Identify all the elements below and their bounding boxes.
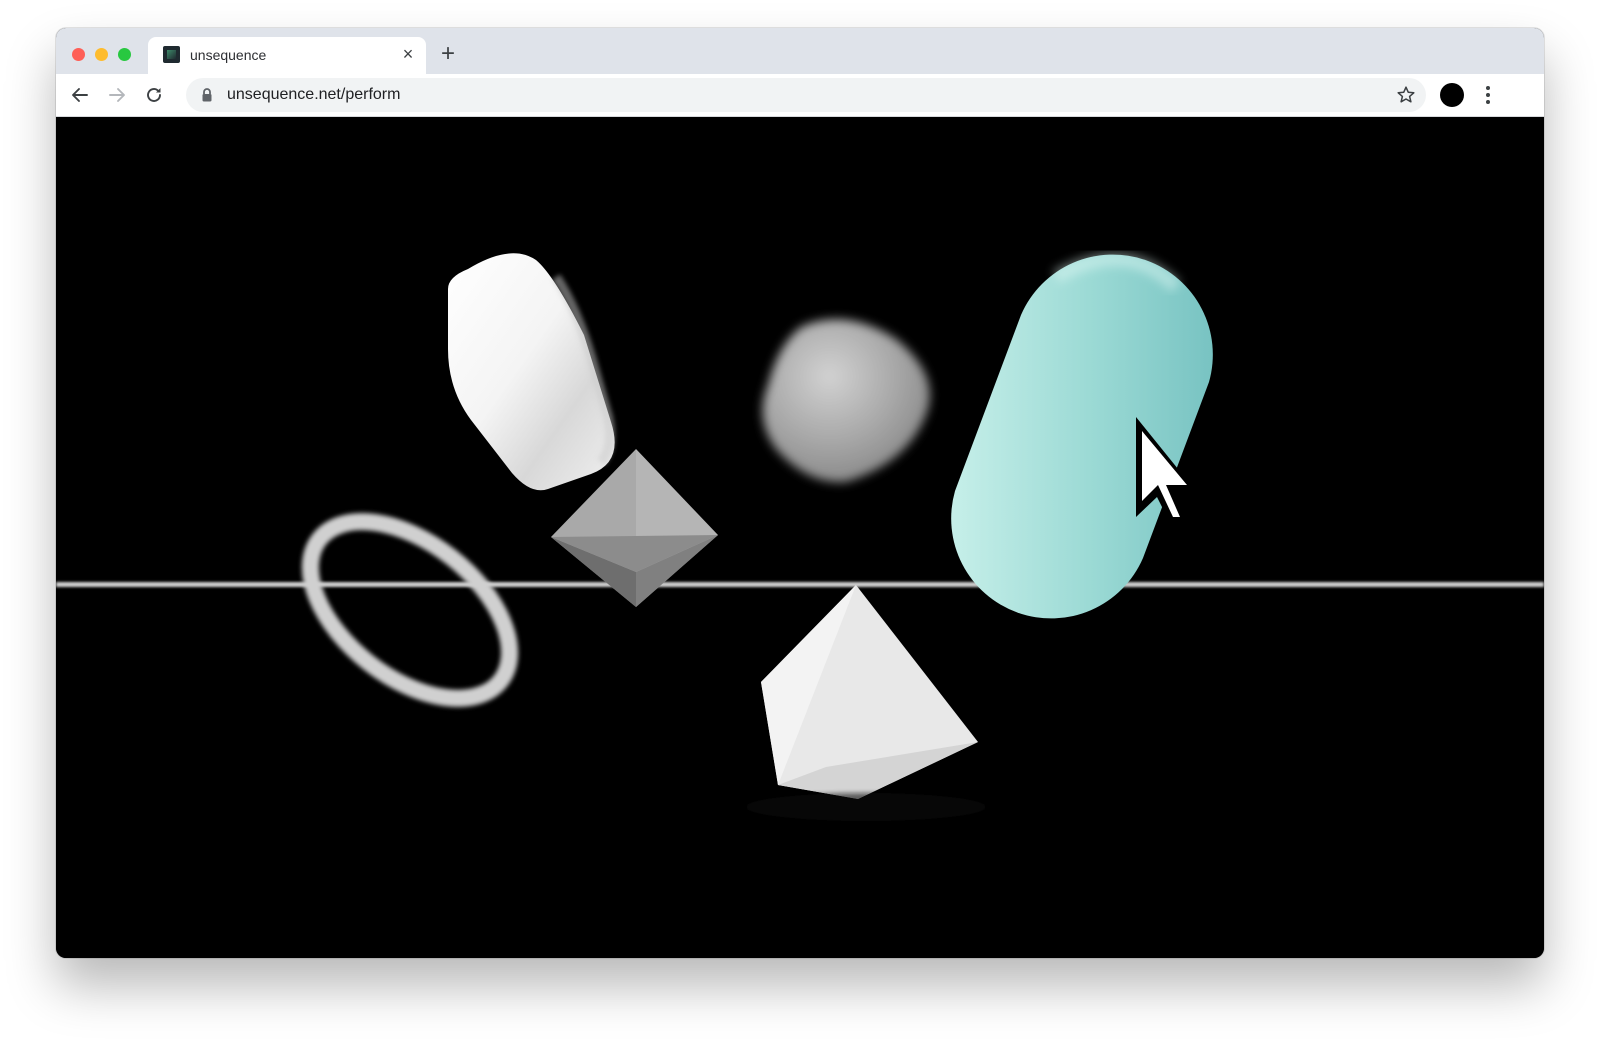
minimize-window-button[interactable] xyxy=(95,48,108,61)
teal-capsule xyxy=(951,252,1213,619)
forward-arrow-icon xyxy=(109,88,125,102)
address-bar[interactable]: unsequence.net/perform xyxy=(186,78,1426,112)
3d-scene xyxy=(56,252,1544,821)
tab-title: unsequence xyxy=(190,47,267,63)
forward-button[interactable] xyxy=(104,82,130,108)
new-tab-button[interactable]: + xyxy=(436,42,460,66)
tab-unsequence[interactable]: unsequence × xyxy=(148,37,426,74)
blurred-grey-cube xyxy=(762,319,930,483)
profile-avatar[interactable] xyxy=(1440,83,1464,107)
rounded-white-box xyxy=(448,253,615,491)
horizon-line xyxy=(56,582,1544,587)
blurred-torus-ring xyxy=(301,513,519,707)
page-canvas[interactable] xyxy=(56,117,1544,958)
back-arrow-icon xyxy=(72,88,88,102)
browser-window: unsequence × + unsequence.net/perform xyxy=(56,28,1544,958)
star-icon[interactable] xyxy=(1396,85,1416,105)
back-button[interactable] xyxy=(67,82,93,108)
maximize-window-button[interactable] xyxy=(118,48,131,61)
browser-toolbar: unsequence.net/perform xyxy=(56,74,1544,117)
favicon-icon xyxy=(163,46,180,63)
reload-icon xyxy=(147,88,161,102)
close-window-button[interactable] xyxy=(72,48,85,61)
kebab-menu-icon[interactable] xyxy=(1478,83,1498,107)
reload-button[interactable] xyxy=(141,82,167,108)
lock-icon xyxy=(202,88,212,102)
tab-strip: unsequence × + xyxy=(56,28,1544,74)
white-pyramid xyxy=(746,585,986,821)
url-text[interactable]: unsequence.net/perform xyxy=(227,86,400,104)
tab-close-icon[interactable]: × xyxy=(398,44,418,64)
